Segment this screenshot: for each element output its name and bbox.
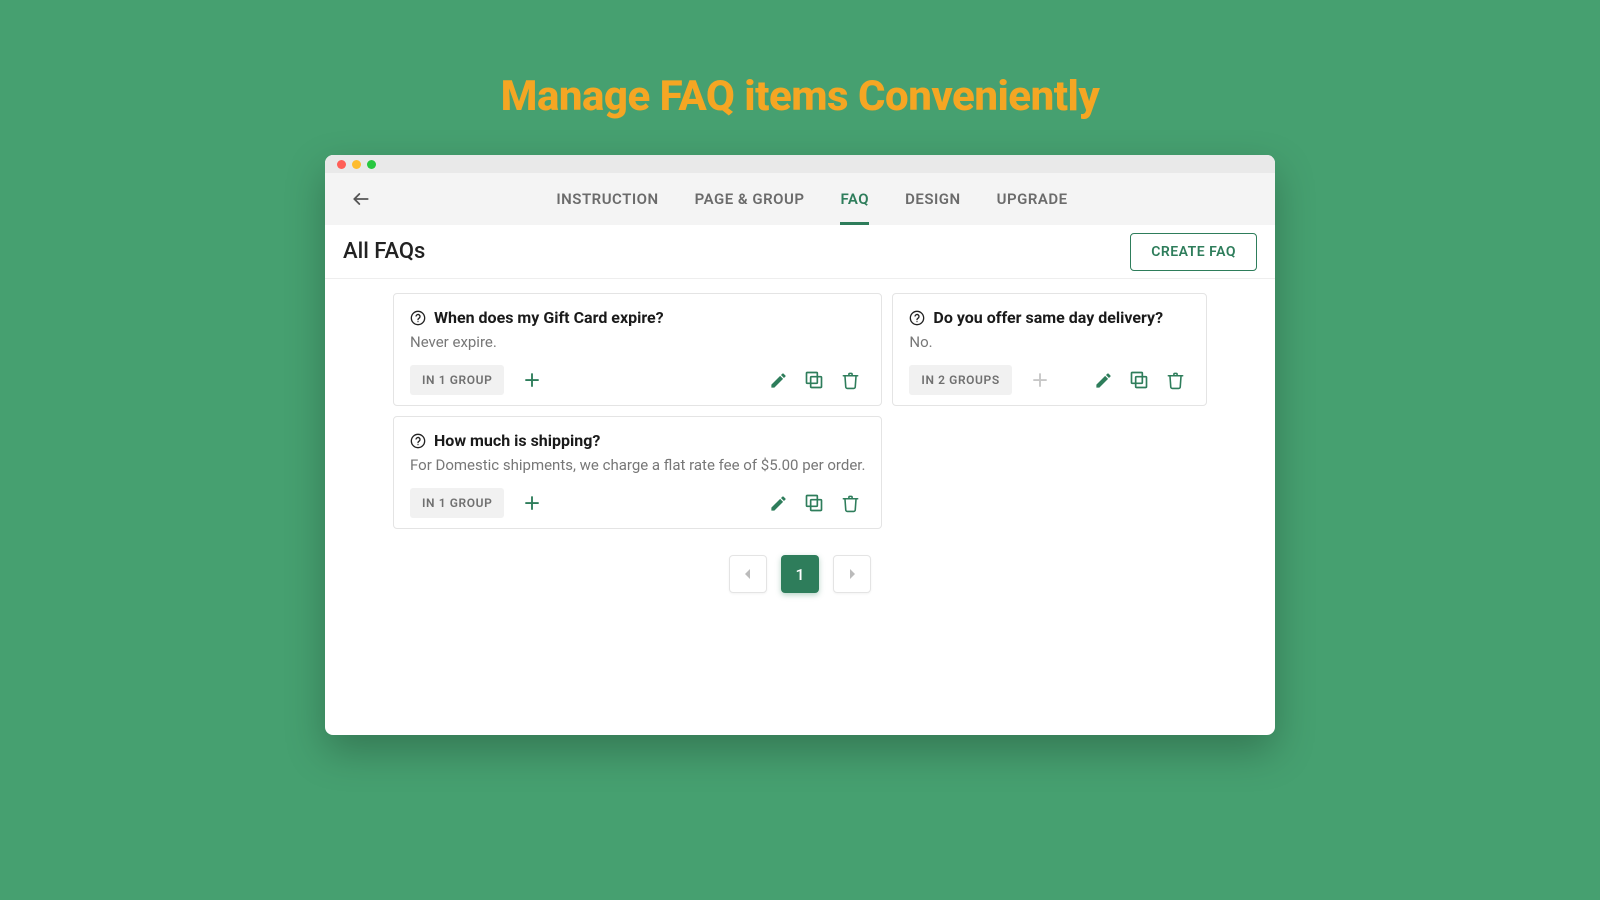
content-area: When does my Gift Card expire? Never exp… <box>325 279 1275 735</box>
arrow-left-icon <box>351 189 371 209</box>
top-nav: INSTRUCTION PAGE & GROUP FAQ DESIGN UPGR… <box>325 173 1275 225</box>
duplicate-button[interactable] <box>1124 365 1154 395</box>
add-to-group-button[interactable] <box>520 491 544 515</box>
faq-card-question: When does my Gift Card expire? <box>410 308 865 327</box>
faq-card: When does my Gift Card expire? Never exp… <box>393 293 882 406</box>
close-dot-icon[interactable] <box>337 160 346 169</box>
trash-icon <box>841 371 860 390</box>
faq-question-text: Do you offer same day delivery? <box>933 308 1163 327</box>
tab-faq[interactable]: FAQ <box>840 174 869 225</box>
back-button[interactable] <box>349 187 373 211</box>
faq-card-question: Do you offer same day delivery? <box>909 308 1190 327</box>
create-faq-button[interactable]: CREATE FAQ <box>1130 233 1257 271</box>
tab-page-group[interactable]: PAGE & GROUP <box>695 174 805 225</box>
pencil-icon <box>1094 371 1113 390</box>
group-badge: IN 2 GROUPS <box>909 365 1011 395</box>
edit-button[interactable] <box>763 365 793 395</box>
add-to-group-button <box>1028 368 1052 392</box>
maximize-dot-icon[interactable] <box>367 160 376 169</box>
faq-question-text: How much is shipping? <box>434 431 600 450</box>
faq-card: Do you offer same day delivery? No. IN 2… <box>892 293 1207 406</box>
question-circle-icon <box>410 310 426 326</box>
plus-icon <box>1031 371 1049 389</box>
chevron-right-icon <box>847 568 857 580</box>
window-titlebar <box>325 155 1275 173</box>
minimize-dot-icon[interactable] <box>352 160 361 169</box>
app-window: INSTRUCTION PAGE & GROUP FAQ DESIGN UPGR… <box>325 155 1275 735</box>
delete-button[interactable] <box>835 488 865 518</box>
edit-button[interactable] <box>763 488 793 518</box>
question-circle-icon <box>410 433 426 449</box>
delete-button[interactable] <box>835 365 865 395</box>
faq-card-footer: IN 2 GROUPS <box>909 365 1190 395</box>
chevron-left-icon <box>743 568 753 580</box>
copy-icon <box>804 370 824 390</box>
pencil-icon <box>769 371 788 390</box>
question-circle-icon <box>909 310 925 326</box>
faq-card-answer: No. <box>909 333 1190 351</box>
page-next-button[interactable] <box>833 555 871 593</box>
pagination: 1 <box>393 555 1207 593</box>
copy-icon <box>1129 370 1149 390</box>
pencil-icon <box>769 494 788 513</box>
hero-title: Manage FAQ items Conveniently <box>501 72 1100 121</box>
plus-icon <box>523 494 541 512</box>
nav-tabs: INSTRUCTION PAGE & GROUP FAQ DESIGN UPGR… <box>373 174 1251 225</box>
page-number-button[interactable]: 1 <box>781 555 819 593</box>
trash-icon <box>841 494 860 513</box>
faq-card: How much is shipping? For Domestic shipm… <box>393 416 882 529</box>
duplicate-button[interactable] <box>799 365 829 395</box>
faq-card-answer: For Domestic shipments, we charge a flat… <box>410 456 865 474</box>
subheader: All FAQs CREATE FAQ <box>325 225 1275 279</box>
copy-icon <box>804 493 824 513</box>
faq-question-text: When does my Gift Card expire? <box>434 308 664 327</box>
group-badge: IN 1 GROUP <box>410 488 504 518</box>
page-prev-button[interactable] <box>729 555 767 593</box>
faq-card-question: How much is shipping? <box>410 431 865 450</box>
faq-grid: When does my Gift Card expire? Never exp… <box>393 293 1207 529</box>
tab-instruction[interactable]: INSTRUCTION <box>556 174 658 225</box>
tab-design[interactable]: DESIGN <box>905 174 961 225</box>
tab-upgrade[interactable]: UPGRADE <box>997 174 1068 225</box>
faq-card-footer: IN 1 GROUP <box>410 365 865 395</box>
page-title: All FAQs <box>343 239 425 264</box>
edit-button[interactable] <box>1088 365 1118 395</box>
add-to-group-button[interactable] <box>520 368 544 392</box>
faq-card-answer: Never expire. <box>410 333 865 351</box>
delete-button[interactable] <box>1160 365 1190 395</box>
faq-card-footer: IN 1 GROUP <box>410 488 865 518</box>
plus-icon <box>523 371 541 389</box>
trash-icon <box>1166 371 1185 390</box>
duplicate-button[interactable] <box>799 488 829 518</box>
group-badge: IN 1 GROUP <box>410 365 504 395</box>
